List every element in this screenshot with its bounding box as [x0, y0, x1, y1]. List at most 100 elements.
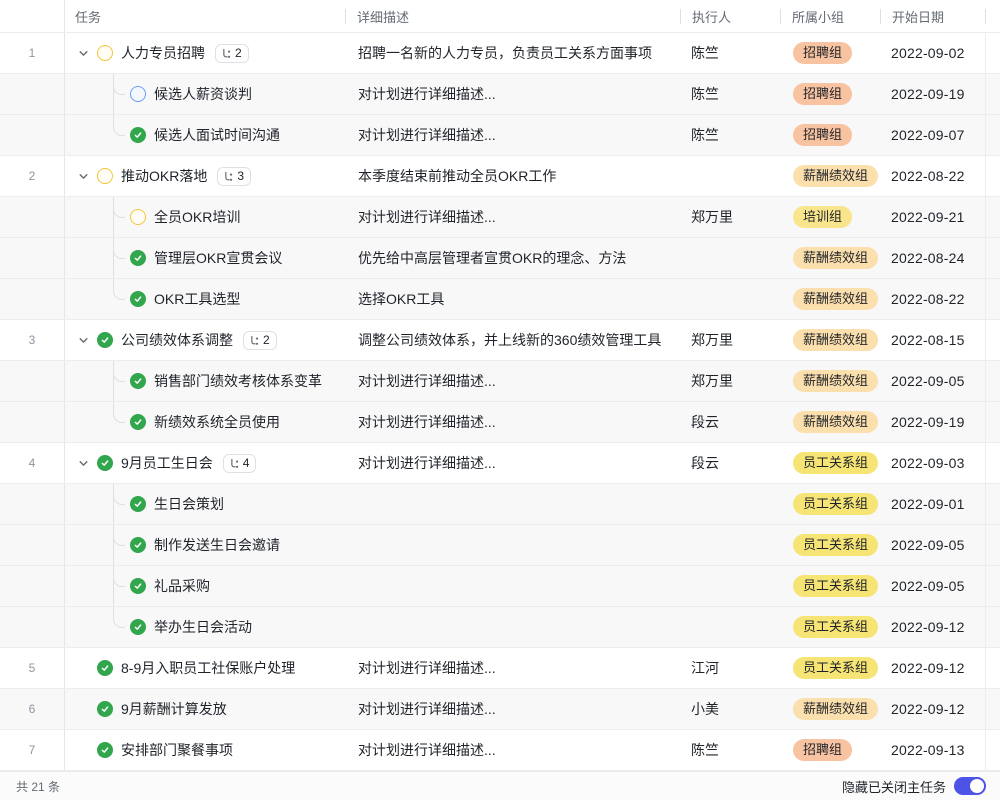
- task-cell[interactable]: 安排部门聚餐事项: [65, 730, 345, 770]
- group-cell[interactable]: 招聘组: [780, 33, 880, 73]
- group-tag[interactable]: 招聘组: [793, 124, 852, 146]
- subtask-count-badge[interactable]: 2: [243, 331, 277, 350]
- task-cell[interactable]: 候选人面试时间沟通: [65, 115, 345, 155]
- group-cell[interactable]: 招聘组: [780, 115, 880, 155]
- task-description[interactable]: 选择OKR工具: [345, 279, 680, 319]
- task-title[interactable]: 9月薪酬计算发放: [121, 699, 227, 719]
- status-done-icon[interactable]: [130, 250, 146, 266]
- task-description[interactable]: [345, 484, 680, 524]
- status-done-icon[interactable]: [97, 455, 113, 471]
- status-done-icon[interactable]: [130, 619, 146, 635]
- task-description[interactable]: [345, 566, 680, 606]
- group-tag[interactable]: 薪酬绩效组: [793, 288, 878, 310]
- subtask-count-badge[interactable]: 4: [223, 454, 257, 473]
- start-date[interactable]: 2022-09-05: [880, 361, 985, 401]
- task-title[interactable]: OKR工具选型: [154, 289, 240, 309]
- group-tag[interactable]: 培训组: [793, 206, 852, 228]
- group-cell[interactable]: 薪酬绩效组: [780, 320, 880, 360]
- task-cell[interactable]: 9月薪酬计算发放: [65, 689, 345, 729]
- table-row[interactable]: 制作发送生日会邀请员工关系组2022-09-05: [0, 525, 1000, 566]
- group-cell[interactable]: 培训组: [780, 197, 880, 237]
- task-title[interactable]: 管理层OKR宣贯会议: [154, 248, 282, 268]
- start-date[interactable]: 2022-08-22: [880, 279, 985, 319]
- status-done-icon[interactable]: [130, 414, 146, 430]
- task-cell[interactable]: 新绩效系统全员使用: [65, 402, 345, 442]
- start-date[interactable]: 2022-09-19: [880, 74, 985, 114]
- task-owner[interactable]: [680, 607, 780, 647]
- task-description[interactable]: [345, 607, 680, 647]
- task-description[interactable]: 对计划进行详细描述...: [345, 74, 680, 114]
- task-description[interactable]: 调整公司绩效体系，并上线新的360绩效管理工具: [345, 320, 680, 360]
- group-tag[interactable]: 招聘组: [793, 42, 852, 64]
- status-todo-icon[interactable]: [130, 209, 146, 225]
- task-owner[interactable]: 段云: [680, 402, 780, 442]
- task-title[interactable]: 安排部门聚餐事项: [121, 740, 233, 760]
- task-owner[interactable]: [680, 238, 780, 278]
- start-date[interactable]: 2022-09-12: [880, 607, 985, 647]
- task-title[interactable]: 8-9月入职员工社保账户处理: [121, 658, 295, 678]
- task-owner[interactable]: [680, 279, 780, 319]
- chevron-down-icon[interactable]: [77, 170, 89, 182]
- task-title[interactable]: 制作发送生日会邀请: [154, 535, 280, 555]
- group-cell[interactable]: 薪酬绩效组: [780, 156, 880, 196]
- task-cell[interactable]: 候选人薪资谈判: [65, 74, 345, 114]
- status-done-icon[interactable]: [130, 537, 146, 553]
- status-done-icon[interactable]: [130, 291, 146, 307]
- group-tag[interactable]: 员工关系组: [793, 493, 878, 515]
- group-tag[interactable]: 员工关系组: [793, 575, 878, 597]
- table-row[interactable]: 69月薪酬计算发放对计划进行详细描述...小美薪酬绩效组2022-09-12: [0, 689, 1000, 730]
- task-owner[interactable]: [680, 566, 780, 606]
- group-cell[interactable]: 员工关系组: [780, 525, 880, 565]
- group-cell[interactable]: 员工关系组: [780, 484, 880, 524]
- hide-closed-tasks-toggle[interactable]: [954, 777, 986, 795]
- task-owner[interactable]: 陈竺: [680, 730, 780, 770]
- chevron-down-icon[interactable]: [77, 47, 89, 59]
- group-tag[interactable]: 员工关系组: [793, 616, 878, 638]
- group-tag[interactable]: 薪酬绩效组: [793, 411, 878, 433]
- table-row[interactable]: 礼品采购员工关系组2022-09-05: [0, 566, 1000, 607]
- group-tag[interactable]: 薪酬绩效组: [793, 329, 878, 351]
- task-cell[interactable]: 公司绩效体系调整2: [65, 320, 345, 360]
- table-row[interactable]: 候选人面试时间沟通对计划进行详细描述...陈竺招聘组2022-09-07: [0, 115, 1000, 156]
- group-tag[interactable]: 招聘组: [793, 739, 852, 761]
- task-cell[interactable]: 9月员工生日会4: [65, 443, 345, 483]
- table-row[interactable]: 举办生日会活动 员工关系组2022-09-12: [0, 607, 1000, 648]
- task-description[interactable]: 对计划进行详细描述...: [345, 689, 680, 729]
- status-todo-icon[interactable]: [97, 45, 113, 61]
- table-row[interactable]: 58-9月入职员工社保账户处理对计划进行详细描述...江河员工关系组2022-0…: [0, 648, 1000, 689]
- task-title[interactable]: 生日会策划: [154, 494, 224, 514]
- group-cell[interactable]: 薪酬绩效组: [780, 689, 880, 729]
- task-owner[interactable]: [680, 156, 780, 196]
- task-description[interactable]: 对计划进行详细描述...: [345, 402, 680, 442]
- table-row[interactable]: 1人力专员招聘2招聘一名新的人力专员，负责员工关系方面事项陈竺招聘组2022-0…: [0, 33, 1000, 74]
- start-date[interactable]: 2022-08-24: [880, 238, 985, 278]
- header-group[interactable]: 所属小组: [780, 0, 880, 32]
- table-row[interactable]: 销售部门绩效考核体系变革对计划进行详细描述...郑万里薪酬绩效组2022-09-…: [0, 361, 1000, 402]
- start-date[interactable]: 2022-09-02: [880, 33, 985, 73]
- group-cell[interactable]: 薪酬绩效组: [780, 238, 880, 278]
- task-title[interactable]: 举办生日会活动: [154, 617, 252, 637]
- header-description[interactable]: 详细描述: [345, 0, 680, 32]
- task-owner[interactable]: 陈竺: [680, 115, 780, 155]
- group-tag[interactable]: 薪酬绩效组: [793, 698, 878, 720]
- task-description[interactable]: 对计划进行详细描述...: [345, 197, 680, 237]
- subtask-count-badge[interactable]: 3: [217, 167, 251, 186]
- table-row[interactable]: 49月员工生日会4对计划进行详细描述...段云员工关系组2022-09-03: [0, 443, 1000, 484]
- task-description[interactable]: 本季度结束前推动全员OKR工作: [345, 156, 680, 196]
- table-row[interactable]: 全员OKR培训对计划进行详细描述...郑万里培训组2022-09-21: [0, 197, 1000, 238]
- task-cell[interactable]: 制作发送生日会邀请: [65, 525, 345, 565]
- task-description[interactable]: 优先给中高层管理者宣贯OKR的理念、方法: [345, 238, 680, 278]
- task-owner[interactable]: [680, 484, 780, 524]
- task-owner[interactable]: 郑万里: [680, 197, 780, 237]
- chevron-down-icon[interactable]: [77, 457, 89, 469]
- group-tag[interactable]: 员工关系组: [793, 452, 878, 474]
- status-done-icon[interactable]: [97, 742, 113, 758]
- status-done-icon[interactable]: [130, 127, 146, 143]
- start-date[interactable]: 2022-09-19: [880, 402, 985, 442]
- group-cell[interactable]: 员工关系组: [780, 443, 880, 483]
- task-title[interactable]: 礼品采购: [154, 576, 210, 596]
- task-description[interactable]: 对计划进行详细描述...: [345, 443, 680, 483]
- header-start-date[interactable]: 开始日期: [880, 0, 985, 32]
- group-cell[interactable]: 薪酬绩效组: [780, 402, 880, 442]
- group-tag[interactable]: 招聘组: [793, 83, 852, 105]
